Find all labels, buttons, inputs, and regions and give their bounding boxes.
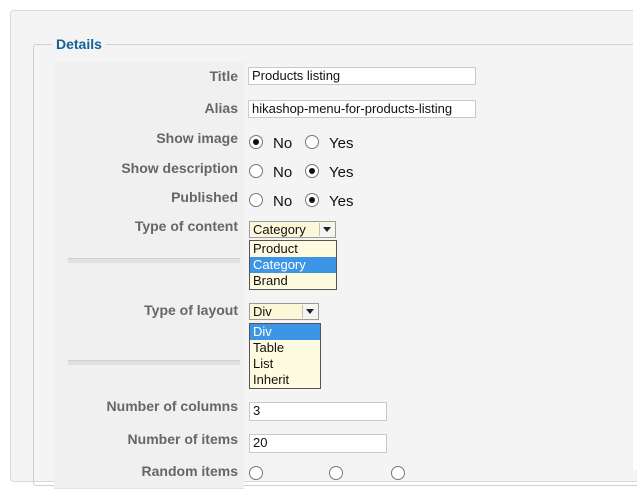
- published-yes-label: Yes: [329, 193, 354, 210]
- type-of-content-label: Type of content: [134, 218, 238, 234]
- row-type-of-content: Type of content Category: [54, 212, 637, 297]
- type-of-layout-option[interactable]: Table: [250, 340, 320, 356]
- row-number-of-columns: Number of columns 3: [54, 394, 637, 428]
- type-of-content-option[interactable]: Brand: [250, 273, 336, 289]
- alias-input[interactable]: hikashop-menu-for-products-listing: [248, 100, 476, 118]
- row-divider: [68, 258, 240, 263]
- type-of-layout-option[interactable]: List: [250, 356, 320, 372]
- number-of-columns-input[interactable]: 3: [249, 402, 387, 421]
- show-description-label: Show description: [121, 160, 238, 176]
- show-image-no-radio[interactable]: [249, 135, 263, 149]
- chevron-down-icon: [319, 223, 334, 236]
- chevron-down-icon: [302, 305, 317, 318]
- type-of-layout-select[interactable]: Div: [249, 303, 319, 320]
- show-description-no-radio[interactable]: [249, 164, 263, 178]
- row-divider: [68, 360, 240, 365]
- row-show-image: Show image No Yes: [54, 124, 637, 155]
- show-description-no-label: No: [273, 164, 293, 181]
- details-legend: Details: [52, 36, 106, 52]
- published-no-label: No: [273, 193, 293, 210]
- type-of-content-value: Category: [253, 222, 306, 237]
- published-yes-radio[interactable]: [305, 193, 319, 207]
- published-label: Published: [171, 189, 238, 205]
- title-label: Title: [209, 68, 238, 84]
- random-items-label: Random items: [141, 463, 238, 479]
- type-of-content-option[interactable]: Category: [250, 257, 336, 273]
- row-alias: Alias hikashop-menu-for-products-listing: [54, 91, 637, 125]
- random-items-yes-radio[interactable]: [329, 466, 343, 480]
- type-of-layout-option[interactable]: Div: [250, 324, 320, 340]
- random-items-no-radio[interactable]: [249, 466, 263, 480]
- type-of-layout-label: Type of layout: [144, 302, 238, 318]
- row-type-of-layout: Type of layout Div: [54, 296, 637, 395]
- row-random-items: Random items: [54, 458, 637, 489]
- page-edge: [633, 0, 637, 470]
- row-title: Title Products listing: [54, 62, 637, 92]
- type-of-content-dropdown: Product Category Brand: [249, 240, 337, 290]
- show-image-yes-radio[interactable]: [305, 135, 319, 149]
- row-number-of-items: Number of items 20: [54, 427, 637, 459]
- show-image-no-label: No: [273, 135, 293, 152]
- type-of-layout-option[interactable]: Inherit: [250, 372, 320, 388]
- show-description-yes-radio[interactable]: [305, 164, 319, 178]
- number-of-columns-label: Number of columns: [106, 398, 238, 414]
- row-published: Published No Yes: [54, 183, 637, 213]
- type-of-layout-dropdown: Div Table List Inherit: [249, 323, 321, 389]
- type-of-layout-value: Div: [253, 304, 272, 319]
- show-image-yes-label: Yes: [329, 135, 354, 152]
- title-input[interactable]: Products listing: [248, 67, 476, 85]
- type-of-content-option[interactable]: Product: [250, 241, 336, 257]
- published-no-radio[interactable]: [249, 193, 263, 207]
- show-image-label: Show image: [156, 130, 238, 146]
- number-of-items-label: Number of items: [127, 431, 238, 447]
- alias-label: Alias: [204, 100, 238, 116]
- row-show-description: Show description No Yes: [54, 154, 637, 184]
- number-of-items-input[interactable]: 20: [249, 434, 387, 453]
- type-of-content-select[interactable]: Category: [249, 221, 336, 238]
- show-description-yes-label: Yes: [329, 164, 354, 181]
- random-items-other-radio[interactable]: [391, 466, 405, 480]
